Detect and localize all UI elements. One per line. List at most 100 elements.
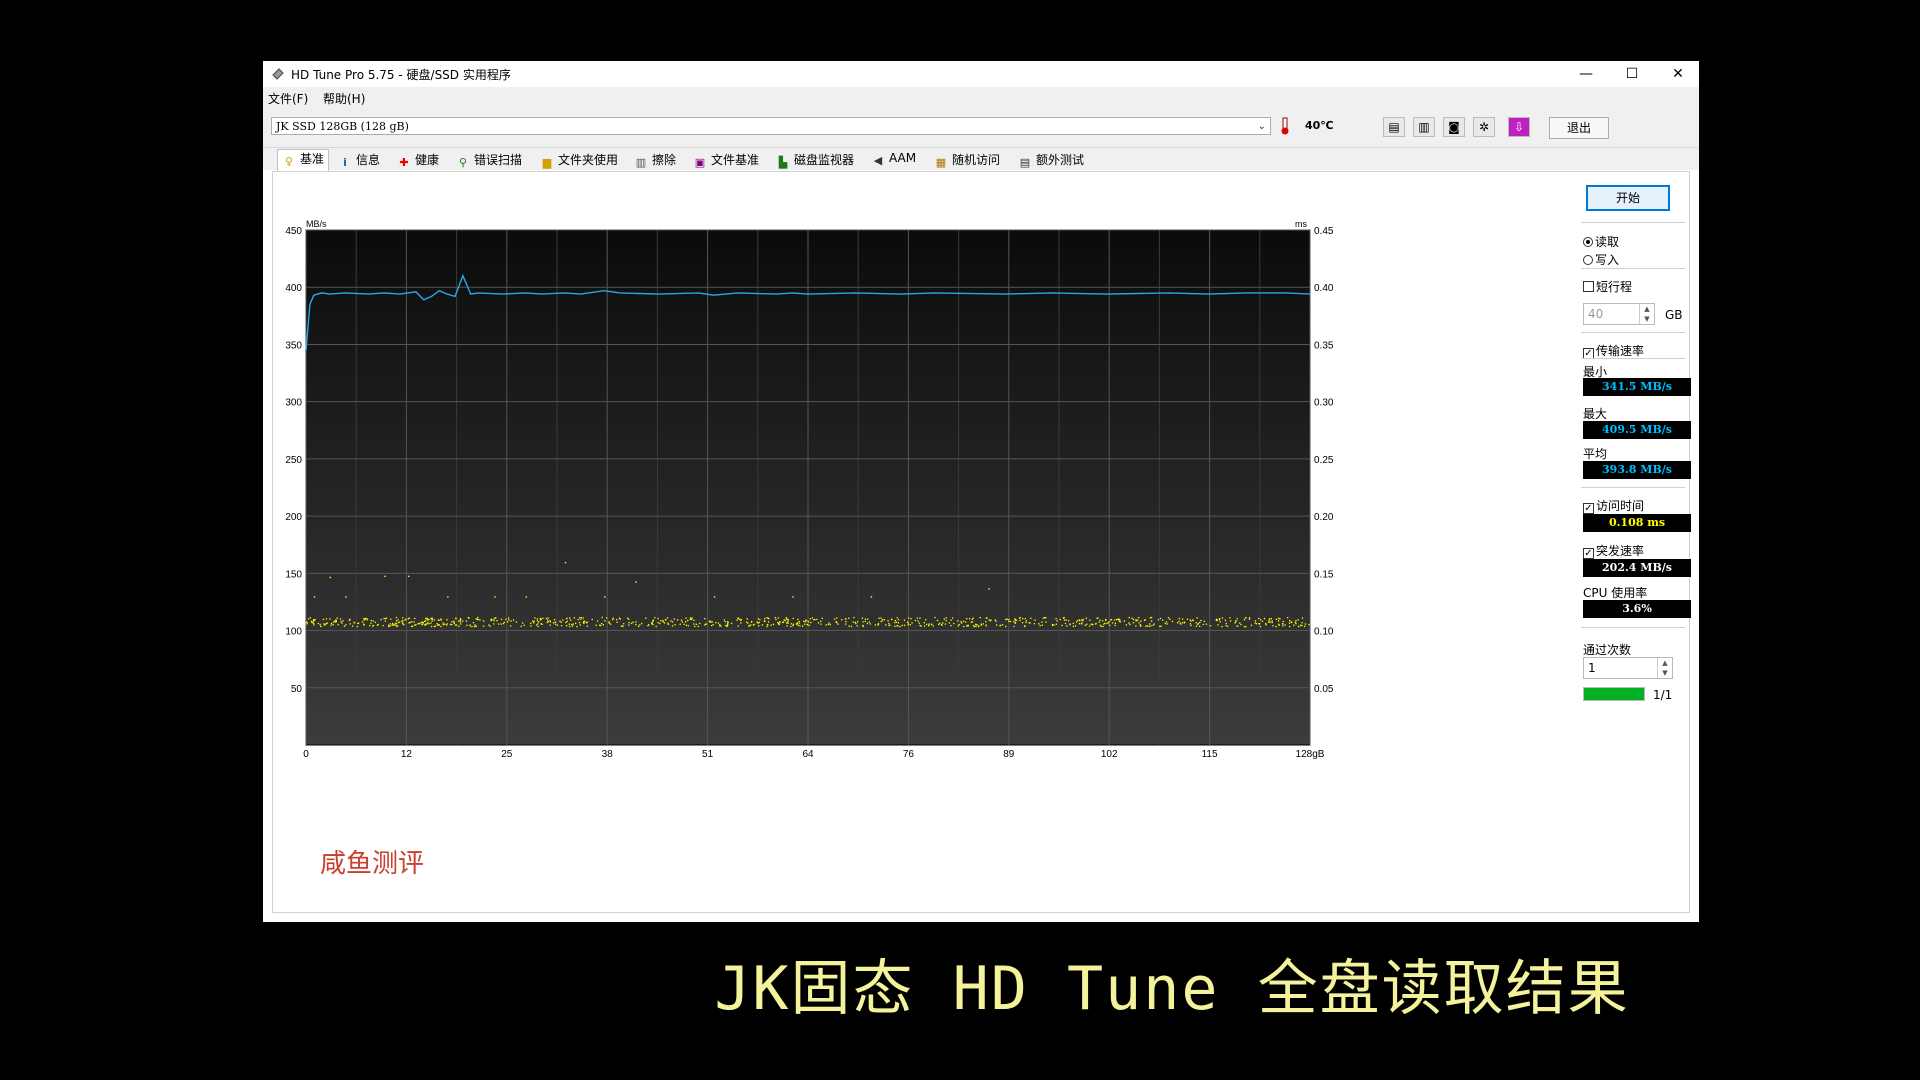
tab-random-access[interactable]: ▦ 随机访问 [934,151,1000,169]
access-time-point [1275,618,1278,620]
access-time-point [1150,616,1153,619]
access-time-point [652,620,654,622]
access-time-point [342,620,344,622]
access-time-point [1055,623,1057,625]
access-time-point [874,624,877,626]
maximize-button[interactable]: ☐ [1609,61,1655,87]
access-time-point [1165,621,1168,623]
passes-input[interactable]: 1 ▲ ▼ [1583,657,1673,679]
close-button[interactable]: ✕ [1655,61,1701,87]
access-time-point [982,623,985,625]
copy-info-icon[interactable]: ▤ [1383,117,1405,137]
access-time-point [853,616,855,619]
tab-aam[interactable]: ◀ AAM [871,151,916,169]
access-time-point [738,618,741,621]
access-time-point [637,625,640,628]
download-icon[interactable]: ⇩ [1508,117,1530,137]
settings-icon[interactable]: ✲ [1473,117,1495,137]
access-time-point [1086,623,1088,625]
menu-help[interactable]: 帮助(H) [323,90,365,107]
access-time-point [648,624,650,626]
transfer-rate-checkbox[interactable]: ✓ 传输速率 [1583,342,1644,359]
tab-folder-usage[interactable]: ▆ 文件夹使用 [540,151,618,169]
write-radio[interactable]: 写入 [1583,251,1619,268]
access-time-point [1006,618,1008,620]
access-time-point [659,622,661,625]
access-time-point [530,622,532,625]
access-time-point [459,619,461,622]
access-time-point [554,621,557,623]
access-time-point [881,618,884,621]
minimize-button[interactable]: — [1563,61,1609,87]
passes-label: 通过次数 [1583,643,1632,657]
access-time-point [749,624,752,626]
access-time-point [313,624,315,626]
access-time-point [1225,624,1227,627]
access-time-point [1101,620,1104,622]
access-time-point [1195,625,1198,627]
title-bar[interactable]: HD Tune Pro 5.75 - 硬盘/SSD 实用程序 — ☐ ✕ [263,61,1699,87]
access-time-point [663,622,666,624]
access-time-point [507,617,510,619]
access-time-point [623,623,625,625]
tab-error-scan[interactable]: ⚲ 错误扫描 [456,151,522,169]
exit-button[interactable]: 退出 [1549,117,1609,139]
tab-benchmark[interactable]: ♀ 基准 [277,149,330,172]
access-time-point [785,622,788,624]
access-time-point [348,619,351,622]
access-time-point [980,623,982,625]
access-time-point [1164,622,1166,625]
access-time-point [1065,619,1067,621]
tab-file-benchmark[interactable]: ▣ 文件基准 [693,151,759,169]
access-time-point [635,621,637,623]
access-time-checkbox[interactable]: ✓ 访问时间 [1583,497,1644,514]
tab-info[interactable]: i 信息 [338,151,380,169]
access-time-point [867,618,869,620]
access-time-point [1236,625,1239,627]
access-time-point [413,621,415,623]
spin-arrows-icon[interactable]: ▲ ▼ [1639,304,1654,324]
access-time-point [645,617,647,619]
burst-rate-checkbox[interactable]: ✓ 突发速率 [1583,542,1644,559]
y-tick-label: 250 [285,455,302,466]
access-time-point [761,624,764,626]
tab-health[interactable]: ✚ 健康 [397,151,439,169]
short-stroke-input[interactable]: 40 ▲ ▼ [1583,303,1655,325]
access-time-point [908,617,910,619]
access-time-point [1278,617,1280,620]
access-time-point [870,596,873,598]
access-time-point [785,618,788,620]
copy-all-icon[interactable]: ▥ [1413,117,1435,137]
short-stroke-checkbox[interactable]: 短行程 [1583,278,1632,295]
access-time-point [433,619,436,621]
benchmark-panel: 50 100 150 200 250 300 350 400 450 0.05 0.10 0.15 0.… [272,171,1690,913]
extra-tests-icon: ▤ [1019,156,1031,169]
start-button[interactable]: 开始 [1586,185,1670,211]
access-time-point [1024,617,1026,620]
access-time-point [337,623,339,626]
access-time-point [750,620,753,623]
access-time-point [462,620,464,622]
tab-disk-monitor[interactable]: ▙ 磁盘监视器 [776,151,854,169]
access-time-point [986,617,988,619]
camera-icon[interactable]: ◙ [1443,117,1465,137]
benchmark-icon: ♀ [284,155,294,168]
access-time-point [958,623,960,626]
menu-file[interactable]: 文件(F) [268,90,308,107]
tab-extra-tests[interactable]: ▤ 额外测试 [1018,151,1084,169]
access-time-point [740,618,742,621]
drive-select[interactable]: JK SSD 128GB (128 gB) ⌄ [271,117,1271,135]
read-radio[interactable]: 读取 [1583,233,1619,250]
access-time-point [685,621,687,623]
access-time-point [591,618,593,621]
tab-erase[interactable]: ▥ 擦除 [634,151,676,169]
access-time-point [1288,622,1291,624]
access-time-point [704,624,706,626]
access-time-point [330,624,332,626]
spin-arrows-icon[interactable]: ▲ ▼ [1657,658,1672,678]
access-time-point [877,622,880,625]
access-time-point [862,621,864,623]
access-time-point [369,624,371,627]
access-time-point [1082,618,1084,621]
access-time-point [704,617,706,620]
